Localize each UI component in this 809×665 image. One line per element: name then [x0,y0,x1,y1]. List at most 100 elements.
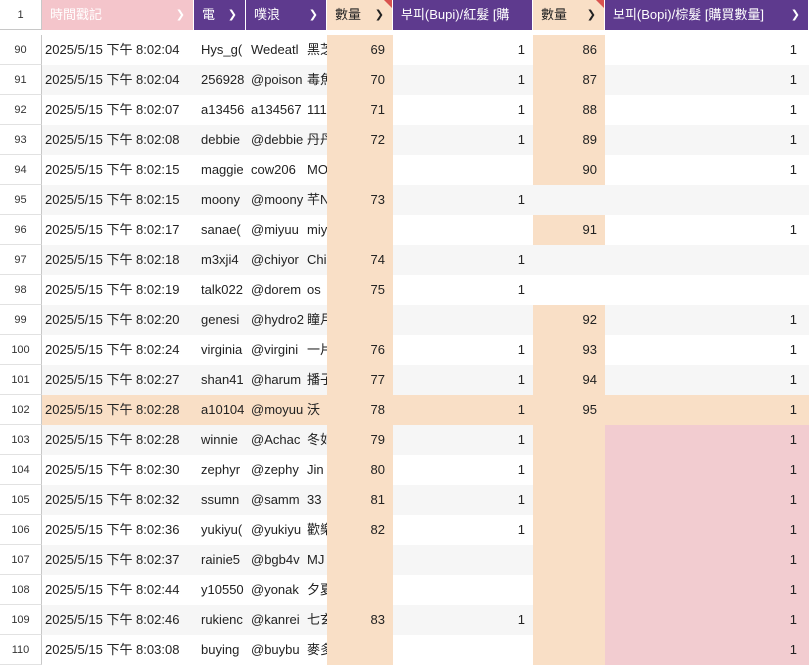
bupi-cell[interactable]: 1 [393,125,533,155]
name-cell[interactable]: 七玄 [305,605,327,635]
qty1-cell[interactable]: 72 [327,125,393,155]
name-cell[interactable]: MJ [305,545,327,575]
qty2-cell[interactable]: 92 [533,305,605,335]
col-b-cell[interactable]: maggie [194,155,246,185]
col-b-cell[interactable]: zephyr [194,455,246,485]
row-number[interactable]: 93 [0,125,42,155]
row-number[interactable]: 97 [0,245,42,275]
bupi-cell[interactable]: 1 [393,455,533,485]
qty2-cell[interactable]: 89 [533,125,605,155]
bupi-cell[interactable]: 1 [393,485,533,515]
name-cell[interactable]: 111 [305,95,327,125]
bupi-cell[interactable] [393,305,533,335]
timestamp-cell[interactable]: 2025/5/15 下午 8:02:28 [42,425,194,455]
column-header-bupi[interactable]: 부피(Bupi)/紅髮 [購 [393,0,533,30]
plurk-id-cell[interactable]: @yukiyu [246,515,305,545]
col-b-cell[interactable]: shan41 [194,365,246,395]
qty2-cell[interactable]: 93 [533,335,605,365]
row-number[interactable]: 110 [0,635,42,665]
bopi-cell[interactable]: 1 [605,65,809,95]
timestamp-cell[interactable]: 2025/5/15 下午 8:02:19 [42,275,194,305]
bopi-cell[interactable]: 1 [605,365,809,395]
row-number[interactable]: 104 [0,455,42,485]
bopi-cell[interactable]: 1 [605,545,809,575]
qty2-cell[interactable] [533,245,605,275]
qty2-cell[interactable]: 88 [533,95,605,125]
bupi-cell[interactable]: 1 [393,335,533,365]
qty1-cell[interactable]: 82 [327,515,393,545]
col-b-cell[interactable]: talk022 [194,275,246,305]
timestamp-cell[interactable]: 2025/5/15 下午 8:02:46 [42,605,194,635]
timestamp-cell[interactable]: 2025/5/15 下午 8:02:24 [42,335,194,365]
plurk-id-cell[interactable]: @moyuu [246,395,305,425]
bopi-cell[interactable]: 1 [605,605,809,635]
row-number[interactable]: 102 [0,395,42,425]
chevron-down-icon[interactable]: ❯ [228,0,237,30]
qty2-cell[interactable]: 87 [533,65,605,95]
timestamp-cell[interactable]: 2025/5/15 下午 8:02:37 [42,545,194,575]
qty2-cell[interactable]: 95 [533,395,605,425]
row-number[interactable]: 108 [0,575,42,605]
col-b-cell[interactable]: winnie [194,425,246,455]
name-cell[interactable]: 丹丹 [305,125,327,155]
bupi-cell[interactable]: 1 [393,365,533,395]
timestamp-cell[interactable]: 2025/5/15 下午 8:03:08 [42,635,194,665]
bupi-cell[interactable] [393,155,533,185]
name-cell[interactable]: 瞳月 [305,305,327,335]
bupi-cell[interactable]: 1 [393,605,533,635]
bupi-cell[interactable]: 1 [393,275,533,305]
timestamp-cell[interactable]: 2025/5/15 下午 8:02:08 [42,125,194,155]
bopi-cell[interactable]: 1 [605,35,809,65]
plurk-id-cell[interactable]: Wedeatl [246,35,305,65]
qty1-cell[interactable]: 73 [327,185,393,215]
timestamp-cell[interactable]: 2025/5/15 下午 8:02:20 [42,305,194,335]
timestamp-cell[interactable]: 2025/5/15 下午 8:02:04 [42,65,194,95]
row-number[interactable]: 98 [0,275,42,305]
name-cell[interactable]: 沃 [305,395,327,425]
name-cell[interactable]: 33 [305,485,327,515]
qty2-cell[interactable]: 86 [533,35,605,65]
bopi-cell[interactable]: 1 [605,635,809,665]
timestamp-cell[interactable]: 2025/5/15 下午 8:02:27 [42,365,194,395]
name-cell[interactable]: Chi [305,245,327,275]
col-b-cell[interactable]: genesi [194,305,246,335]
qty1-cell[interactable]: 69 [327,35,393,65]
bupi-cell[interactable]: 1 [393,95,533,125]
row-number[interactable]: 106 [0,515,42,545]
plurk-id-cell[interactable]: @samm [246,485,305,515]
plurk-id-cell[interactable]: @harum [246,365,305,395]
timestamp-cell[interactable]: 2025/5/15 下午 8:02:17 [42,215,194,245]
bopi-cell[interactable]: 1 [605,485,809,515]
header-row-number[interactable]: 1 [0,0,42,30]
name-cell[interactable]: MO [305,155,327,185]
bopi-cell[interactable]: 1 [605,515,809,545]
plurk-id-cell[interactable]: @miyuu [246,215,305,245]
qty2-cell[interactable] [533,605,605,635]
name-cell[interactable]: 夕夏 [305,575,327,605]
col-b-cell[interactable]: a13456 [194,95,246,125]
bupi-cell[interactable]: 1 [393,35,533,65]
name-cell[interactable]: miy [305,215,327,245]
plurk-id-cell[interactable]: @yonak [246,575,305,605]
name-cell[interactable]: 黑芝 [305,35,327,65]
chevron-down-icon[interactable]: ❯ [309,0,318,30]
chevron-down-icon[interactable]: ❯ [176,0,185,30]
qty1-cell[interactable] [327,545,393,575]
name-cell[interactable]: 一片 [305,335,327,365]
bopi-cell[interactable] [605,245,809,275]
qty2-cell[interactable]: 91 [533,215,605,245]
qty1-cell[interactable]: 71 [327,95,393,125]
row-number[interactable]: 96 [0,215,42,245]
name-cell[interactable]: 歡樂 [305,515,327,545]
timestamp-cell[interactable]: 2025/5/15 下午 8:02:15 [42,155,194,185]
name-cell[interactable]: os [305,275,327,305]
qty1-cell[interactable]: 74 [327,245,393,275]
name-cell[interactable]: 播子 [305,365,327,395]
bopi-cell[interactable]: 1 [605,125,809,155]
col-b-cell[interactable]: rukienc [194,605,246,635]
chevron-down-icon[interactable]: ❯ [587,0,596,30]
timestamp-cell[interactable]: 2025/5/15 下午 8:02:28 [42,395,194,425]
bopi-cell[interactable]: 1 [605,395,809,425]
qty1-cell[interactable] [327,215,393,245]
bopi-cell[interactable]: 1 [605,215,809,245]
